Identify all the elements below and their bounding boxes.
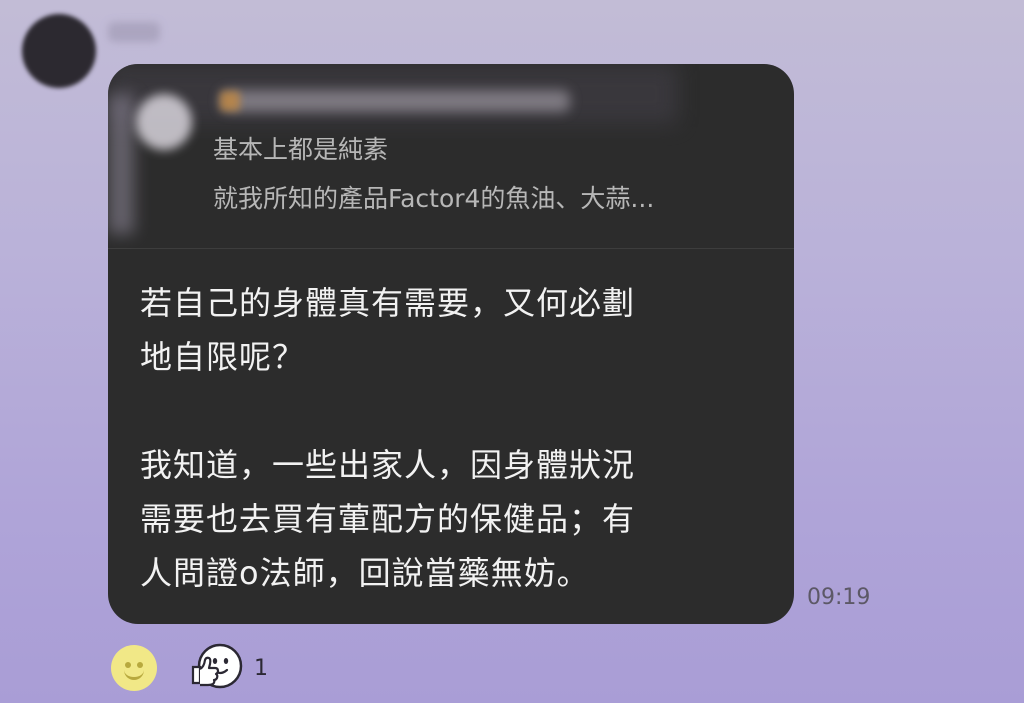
smiley-icon[interactable] (111, 645, 157, 691)
quoted-sender-name-blurred (220, 90, 570, 112)
message-line: 人問證o法師，回說當藥無妨。 (140, 554, 590, 592)
quoted-text-line-2: 就我所知的產品Factor4的魚油、大蒜... (213, 184, 655, 213)
sender-name-blurred (108, 22, 160, 42)
sender-avatar[interactable] (22, 14, 96, 88)
quoted-avatar (136, 94, 192, 150)
message-text: 若自己的身體真有需要，又何必劃 地自限呢？ 我知道，一些出家人，因身體狀況 需要… (140, 276, 760, 600)
message-line: 若自己的身體真有需要，又何必劃 (140, 284, 636, 322)
quoted-reply[interactable]: 基本上都是純素 就我所知的產品Factor4的魚油、大蒜... (108, 64, 794, 249)
quoted-text-line-1: 基本上都是純素 (213, 135, 389, 164)
message-line: 地自限呢？ (140, 338, 306, 376)
reaction-count: 1 (254, 656, 268, 681)
quoted-side-blur (108, 94, 134, 234)
quoted-sender-badge-icon (220, 91, 240, 111)
message-bubble[interactable]: 基本上都是純素 就我所知的產品Factor4的魚油、大蒜... 若自己的身體真有… (108, 64, 794, 624)
thumbs-up-face-icon[interactable] (188, 641, 244, 693)
message-line: 需要也去買有葷配方的保健品；有 (140, 500, 636, 538)
message-line: 我知道，一些出家人，因身體狀況 (140, 446, 636, 484)
message-timestamp: 09:19 (807, 585, 871, 610)
